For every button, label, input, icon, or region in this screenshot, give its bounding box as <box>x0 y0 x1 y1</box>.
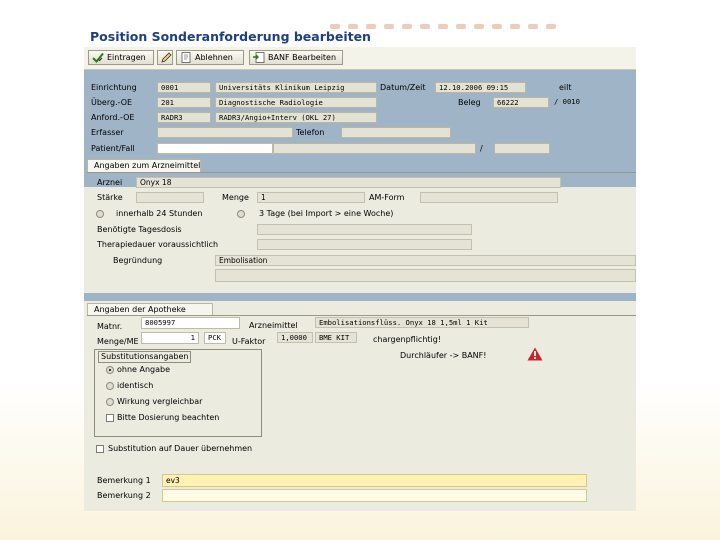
ufaktor-field: 1,0000 <box>277 332 313 343</box>
uberg-name-field: Diagnostische Radiologie <box>215 97 377 108</box>
matnr-field[interactable]: 8005997 <box>141 317 240 329</box>
begrundung-field: Embolisation <box>215 255 636 266</box>
starke-label: Stärke <box>97 193 123 202</box>
begrundung-field-line2 <box>215 269 636 282</box>
beleg-field: 66222 <box>493 97 549 108</box>
mengeme-label: Menge/ME <box>97 337 139 346</box>
radio-24h-label: innerhalb 24 Stunden <box>116 209 203 218</box>
datumzeit-field: 12.10.2006 09:15 <box>435 82 526 93</box>
bemerkung1-label: Bemerkung 1 <box>97 476 151 485</box>
checkmark-icon <box>92 52 104 63</box>
radio-3tage-label: 3 Tage (bei Import > eine Woche) <box>259 209 394 218</box>
radio-ohne-angabe-label: ohne Angabe <box>117 365 171 374</box>
einrichtung-label: Einrichtung <box>91 83 137 92</box>
begrundung-label: Begründung <box>113 256 163 265</box>
einrichtung-name-field: Universitäts Klinikum Leipzig <box>215 82 377 93</box>
erfasser-label: Erfasser <box>91 128 124 137</box>
eintragen-label: Eintragen <box>107 53 146 62</box>
uberg-code-field: 201 <box>157 97 211 108</box>
bemerkung1-field[interactable]: ev3 <box>162 474 587 487</box>
checkbox-dosierung-label: Bitte Dosierung beachten <box>117 413 220 422</box>
anford-label: Anford.-OE <box>91 113 135 122</box>
starke-field <box>136 192 204 203</box>
banf-label: BANF Bearbeiten <box>268 53 337 62</box>
menge-label: Menge <box>222 193 249 202</box>
radio-identisch[interactable] <box>106 382 114 390</box>
tab-angaben-arzneimittel[interactable]: Angaben zum Arzneimittel <box>87 159 201 172</box>
bemerkung2-label: Bemerkung 2 <box>97 491 151 500</box>
ablehnen-label: Ablehnen <box>195 53 233 62</box>
beleg-label: Beleg <box>458 98 481 107</box>
edit-button[interactable] <box>157 50 173 65</box>
ufaktor-unit-field: BME KIT <box>315 332 357 343</box>
warning-icon <box>527 347 543 361</box>
anford-name-field: RADR3/Angio+Interv (OKL 27) <box>215 112 377 123</box>
ablehnen-button[interactable]: Ablehnen <box>176 50 244 65</box>
toolbar: Eintragen Ablehnen BANF Bearbeiten <box>84 47 636 70</box>
fall-field <box>494 143 550 154</box>
arznei-label: Arznei <box>97 178 123 187</box>
me-unit-field[interactable]: PCK <box>204 332 226 344</box>
checkbox-substitution-dauer[interactable] <box>96 445 104 453</box>
radio-wirkung-vergleichbar[interactable] <box>106 398 114 406</box>
therapiedauer-label: Therapiedauer voraussichtlich <box>97 240 219 249</box>
substitution-dauer-label: Substitution auf Dauer übernehmen <box>108 444 253 453</box>
ufaktor-label: U-Faktor <box>232 337 266 346</box>
tagesdosis-field <box>257 224 472 235</box>
arzneimittel-field: Embolisationsflüss. Onyx 18 1,5ml 1 Kit <box>315 317 529 328</box>
tab-apotheke-label: Angaben der Apotheke <box>94 305 186 314</box>
radio-ohne-angabe[interactable] <box>106 366 114 374</box>
document-reject-icon <box>181 52 191 63</box>
window-title: Position Sonderanforderung bearbeiten <box>90 29 371 44</box>
tab-arzneimittel-label: Angaben zum Arzneimittel <box>94 161 201 170</box>
section-divider <box>87 315 636 316</box>
sap-window: Eintragen Ablehnen BANF Bearbeiten Einri… <box>84 47 636 511</box>
chargenpflichtig-text: chargenpflichtig! <box>373 335 442 344</box>
uberg-label: Überg.-OE <box>91 98 133 107</box>
durchlaufer-text: Durchläufer -> BANF! <box>400 351 487 360</box>
pencil-icon <box>161 52 172 63</box>
anford-code-field: RADR3 <box>157 112 211 123</box>
erfasser-field <box>157 127 293 138</box>
banf-bearbeiten-button[interactable]: BANF Bearbeiten <box>249 50 343 65</box>
patient-name-field <box>273 143 476 154</box>
fall-separator: / <box>480 144 483 153</box>
mengeme-field[interactable]: 1 <box>141 332 199 344</box>
radio-24h[interactable] <box>96 210 104 218</box>
patient-field[interactable] <box>157 143 273 154</box>
beleg-position: / 0010 <box>554 97 580 106</box>
arznei-field: Onyx 18 <box>136 177 561 188</box>
amform-field <box>420 192 558 203</box>
amform-label: AM-Form <box>369 193 405 202</box>
bemerkung2-field[interactable] <box>162 489 587 502</box>
eintragen-button[interactable]: Eintragen <box>88 50 154 65</box>
radio-identisch-label: identisch <box>117 381 154 390</box>
patient-label: Patient/Fall <box>91 144 135 153</box>
eilt-flag: eilt <box>559 83 572 92</box>
einrichtung-code-field: 0001 <box>157 82 211 93</box>
checkbox-dosierung[interactable] <box>106 414 114 422</box>
radio-wirkung-label: Wirkung vergleichbar <box>117 397 203 406</box>
radio-3tage[interactable] <box>237 210 245 218</box>
telefon-label: Telefon <box>296 128 325 137</box>
menge-field: 1 <box>257 192 365 203</box>
section-separator <box>84 293 636 301</box>
telefon-field <box>341 127 451 138</box>
datumzeit-label: Datum/Zeit <box>380 83 426 92</box>
arzneimittel-label: Arzneimittel <box>249 321 298 330</box>
therapiedauer-field <box>257 239 472 250</box>
matnr-label: Matnr. <box>97 322 123 331</box>
tagesdosis-label: Benötigte Tagesdosis <box>97 225 182 234</box>
document-arrow-icon <box>253 52 265 63</box>
substitution-title: Substitutionsangaben <box>98 351 192 363</box>
section-divider <box>87 172 636 173</box>
